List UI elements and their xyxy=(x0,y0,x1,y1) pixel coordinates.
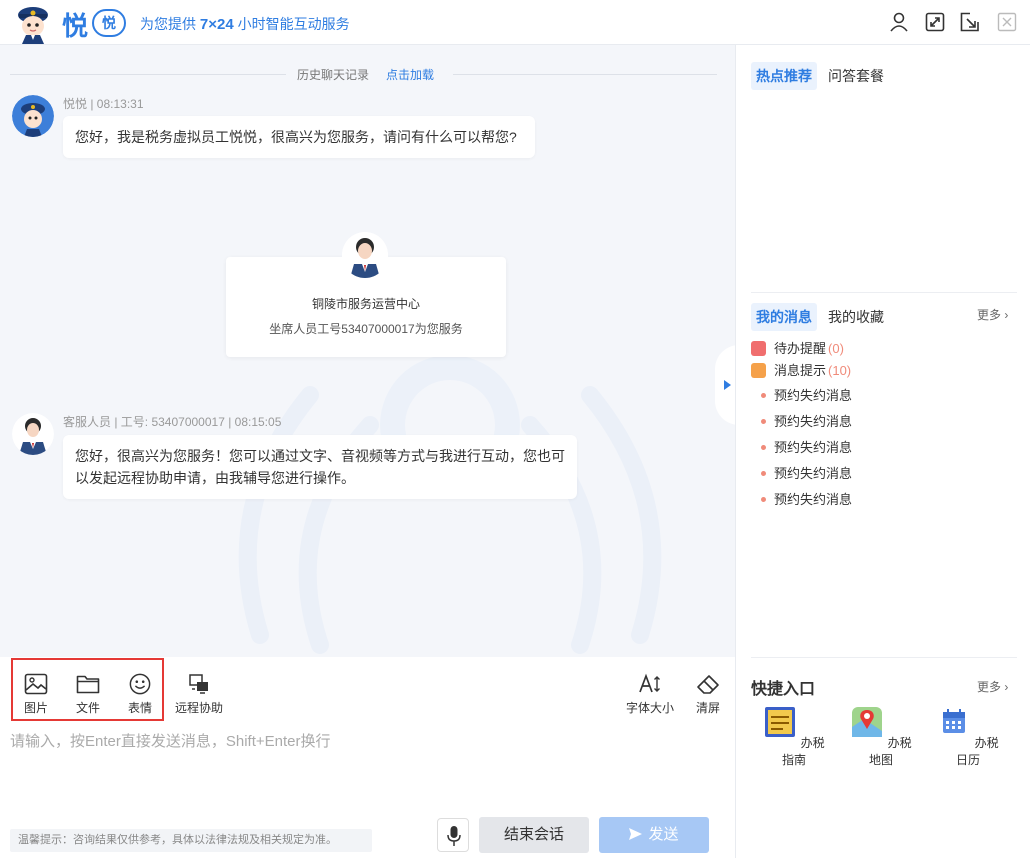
message-item[interactable]: 预约失约消息 xyxy=(761,491,852,509)
message-item-label: 预约失约消息 xyxy=(774,492,853,507)
tab-hot-recommend[interactable]: 热点推荐 xyxy=(751,62,817,90)
quick-tax-calendar-label: 办税日历 xyxy=(955,736,999,767)
messages-more-link[interactable]: 更多 › xyxy=(977,306,1008,323)
remote-assist-button[interactable]: 远程协助 xyxy=(170,657,228,716)
messages-more-label: 更多 xyxy=(977,308,1002,322)
font-size-label: 字体大小 xyxy=(625,701,674,715)
clear-screen-label: 清屏 xyxy=(695,701,720,715)
highlight-box xyxy=(11,658,164,721)
quick-entry-title: 快捷入口 xyxy=(751,681,816,698)
bullet-dot xyxy=(761,445,766,450)
tab-my-messages[interactable]: 我的消息 xyxy=(751,303,817,331)
quick-more-link[interactable]: 更多 › xyxy=(977,678,1008,695)
clock-icon xyxy=(751,341,766,356)
brand-name: 悦 xyxy=(62,12,89,42)
clear-screen-button[interactable]: 清屏 xyxy=(683,657,733,716)
message-input[interactable]: 请输入，按Enter直接发送消息，Shift+Enter换行 xyxy=(10,730,330,751)
tab-my-favorites[interactable]: 我的收藏 xyxy=(828,303,884,331)
load-history-link[interactable]: 点击加载 xyxy=(386,66,434,83)
quick-tax-calendar[interactable]: 办税日历 xyxy=(933,705,1003,768)
notice-message-label: 消息提示 xyxy=(774,363,827,378)
font-size-icon xyxy=(639,673,660,693)
bullet-dot xyxy=(761,471,766,476)
quick-tax-map-label: 办税地图 xyxy=(868,736,912,767)
tagline-suffix: 小时智能互动服务 xyxy=(233,16,350,32)
header: 悦 悦 为您提供 7×24 小时智能互动服务 xyxy=(0,0,1030,45)
history-label: 历史聊天记录 xyxy=(297,68,370,82)
tagline: 为您提供 7×24 小时智能互动服务 xyxy=(140,14,350,34)
bullet-dot xyxy=(761,393,766,398)
notice-message[interactable]: 消息提示 (10) xyxy=(751,362,851,380)
remote-assist-icon xyxy=(189,674,208,694)
fullscreen-icon[interactable] xyxy=(924,11,946,33)
message-item-label: 预约失约消息 xyxy=(774,466,853,481)
notice-todo-count: (0) xyxy=(828,341,844,356)
minimize-window-icon[interactable] xyxy=(959,11,981,33)
voice-input-button[interactable] xyxy=(437,818,469,852)
agent-message-line-1: 您好，很高兴为您服务！您可以通过文字、音视频等方式与我进行互动，您也可 xyxy=(75,448,565,464)
quick-more-label: 更多 xyxy=(977,680,1002,694)
message-item[interactable]: 预约失约消息 xyxy=(761,439,852,457)
message-item-label: 预约失约消息 xyxy=(774,414,853,429)
user-icon[interactable] xyxy=(888,11,910,33)
message-item[interactable]: 预约失约消息 xyxy=(761,465,852,483)
tab-qa-package[interactable]: 问答套餐 xyxy=(828,62,884,90)
divider xyxy=(751,657,1017,658)
history-divider-left xyxy=(10,74,286,75)
message-item-label: 预约失约消息 xyxy=(774,440,853,455)
bot-message-bubble: 您好，我是税务虚拟员工悦悦，很高兴为您服务，请问有什么可以帮您? xyxy=(63,116,535,158)
agent-org: 铜陵市服务运营中心 xyxy=(311,297,420,311)
history-bar: 历史聊天记录 点击加载 xyxy=(10,66,717,84)
notice-message-count: (10) xyxy=(828,363,852,378)
eraser-icon xyxy=(697,675,719,694)
notice-todo-label: 待办提醒 xyxy=(774,341,827,356)
agent-message-meta: 客服人员 | 工号: 53407000017 | 08:15:05 xyxy=(63,415,282,429)
chat-window: 悦 悦 为您提供 7×24 小时智能互动服务 历史聊天记录 点击加载 悦悦 | … xyxy=(0,0,1030,858)
calendar-icon xyxy=(943,709,966,733)
quick-tax-map[interactable]: 办税地图 xyxy=(846,705,916,768)
agent-card-avatar xyxy=(342,232,388,278)
agent-desc: 坐席人员工号53407000017为您服务 xyxy=(269,322,463,336)
close-icon[interactable] xyxy=(996,11,1018,33)
brand-badge: 悦 xyxy=(92,9,126,37)
message-item[interactable]: 预约失约消息 xyxy=(761,413,852,431)
send-button-label: 发送 xyxy=(648,826,679,843)
map-pin-icon xyxy=(852,707,883,737)
agent-avatar xyxy=(12,413,54,455)
font-size-button[interactable]: 字体大小 xyxy=(623,657,677,716)
remote-assist-label: 远程协助 xyxy=(174,701,223,715)
message-item[interactable]: 预约失约消息 xyxy=(761,387,852,405)
right-panel: 热点推荐 问答套餐 我的消息 我的收藏 更多 › 待办提醒 (0) 消息提示 (10… xyxy=(735,45,1030,858)
bot-message-meta: 悦悦 | 08:13:31 xyxy=(63,97,144,111)
tax-guide-icon xyxy=(765,707,796,737)
chat-area[interactable]: 历史聊天记录 点击加载 悦悦 | 08:13:31 您好，我是税务虚拟员工悦悦，… xyxy=(0,45,735,657)
tagline-prefix: 为您提供 xyxy=(140,16,200,32)
virtual-staff-avatar-icon xyxy=(18,7,48,44)
divider xyxy=(751,292,1017,293)
disclaimer-tip: 温馨提示：咨询结果仅供参考，具体以法律法规及相关规定为准。 xyxy=(10,829,372,852)
send-button[interactable]: 发送 xyxy=(599,817,709,853)
quick-tax-guide[interactable]: 办税指南 xyxy=(759,705,829,768)
quick-tax-guide-label: 办税指南 xyxy=(781,736,825,767)
end-session-button[interactable]: 结束会话 xyxy=(479,817,589,853)
bulb-icon xyxy=(751,363,766,378)
bullet-dot xyxy=(761,419,766,424)
triangle-right-icon xyxy=(724,380,731,390)
microphone-icon xyxy=(447,826,461,846)
agent-message-line-2: 以发起远程协助申请，由我辅导您进行操作。 xyxy=(75,470,355,486)
send-icon xyxy=(629,828,643,840)
agent-message-bubble: 您好，很高兴为您服务！您可以通过文字、音视频等方式与我进行互动，您也可 以发起远… xyxy=(63,435,577,499)
message-item-label: 预约失约消息 xyxy=(774,388,853,403)
history-divider-right xyxy=(453,74,717,75)
bullet-dot xyxy=(761,497,766,502)
tagline-hours: 7×24 xyxy=(199,16,234,33)
notice-todo[interactable]: 待办提醒 (0) xyxy=(751,340,844,358)
bot-avatar xyxy=(12,95,54,137)
